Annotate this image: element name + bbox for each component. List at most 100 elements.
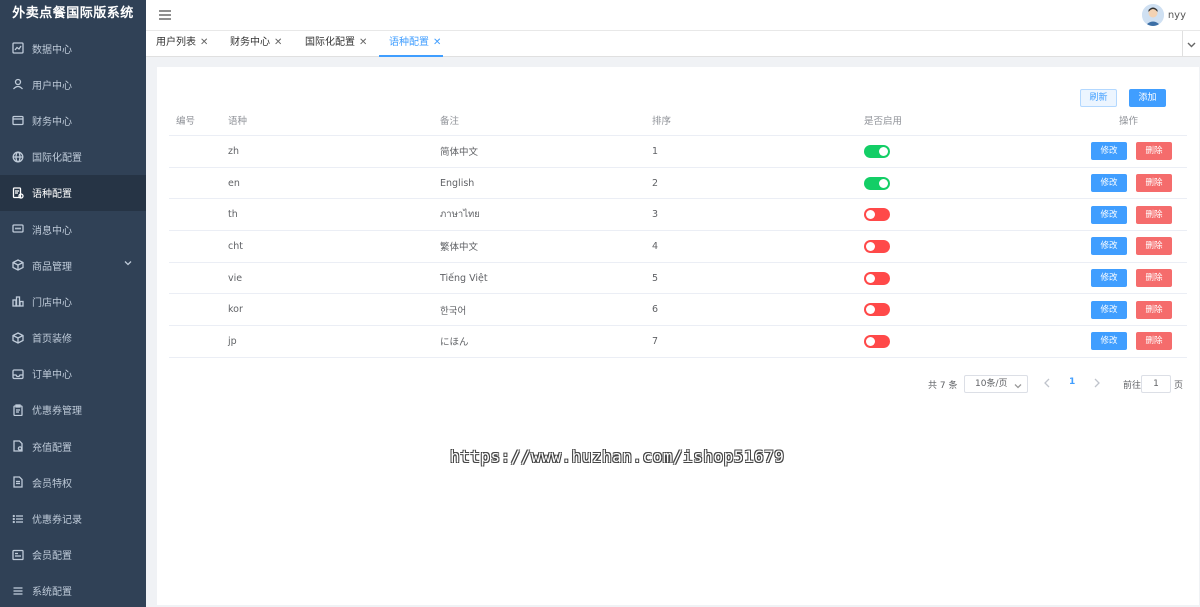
close-icon[interactable]: ✕ xyxy=(433,37,441,48)
edit-button[interactable]: 修改 xyxy=(1091,300,1127,319)
sidebar-item-label: 消息中心 xyxy=(32,225,72,237)
tabs-dropdown-button[interactable] xyxy=(1182,31,1200,57)
chevron-down-icon xyxy=(1014,380,1022,389)
sidebar-item[interactable]: 系统配置 xyxy=(0,573,146,607)
tab-user-list[interactable]: 用户列表 ✕ xyxy=(146,31,208,57)
edit-button[interactable]: 修改 xyxy=(1091,205,1127,224)
close-icon[interactable]: ✕ xyxy=(200,37,208,48)
delete-button[interactable]: 删除 xyxy=(1136,205,1172,224)
message-icon xyxy=(12,223,24,235)
page-size-select[interactable]: 10条/页 xyxy=(964,375,1028,393)
store-icon xyxy=(12,295,24,308)
sidebar-item[interactable]: 财务中心 xyxy=(0,102,146,138)
globe-icon xyxy=(12,151,24,163)
cell-enabled xyxy=(864,294,890,325)
cell-enabled xyxy=(864,136,890,167)
tab-finance-center[interactable]: 财务中心 ✕ xyxy=(220,31,282,57)
tab-i18n-config[interactable]: 国际化配置 ✕ xyxy=(295,31,367,57)
table-row: cht 繁体中文 4 修改 删除 xyxy=(169,231,1187,263)
next-page-icon[interactable] xyxy=(1093,378,1103,390)
pagination: 共 7 条 10条/页 1 前往 页 xyxy=(157,375,1199,393)
cell-language: en xyxy=(228,177,240,189)
chart-icon xyxy=(12,42,24,54)
edit-button[interactable]: 修改 xyxy=(1091,332,1127,351)
table-row: zh 简体中文 1 修改 删除 xyxy=(169,136,1187,168)
sidebar-item[interactable]: 订单中心 xyxy=(0,356,146,392)
sidebar-item[interactable]: 会员配置 xyxy=(0,537,146,573)
enabled-toggle[interactable] xyxy=(864,176,890,190)
cell-language: jp xyxy=(228,335,237,347)
cell-note: 繁体中文 xyxy=(440,242,479,254)
chevron-down-icon xyxy=(124,259,132,267)
sidebar-item-label: 充值配置 xyxy=(32,442,72,454)
box-icon xyxy=(12,259,24,271)
sidebar-item[interactable]: 首页装修 xyxy=(0,320,146,356)
page-suffix: 页 xyxy=(1174,381,1184,391)
sidebar-item-label: 订单中心 xyxy=(32,370,72,382)
prev-page-icon[interactable] xyxy=(1043,378,1053,390)
delete-button[interactable]: 删除 xyxy=(1136,332,1172,351)
sidebar-item[interactable]: 充值配置 xyxy=(0,428,146,464)
enabled-toggle[interactable] xyxy=(864,303,890,317)
sidebar-menu: 数据中心用户中心财务中心 国际化配置 语种配置消息中心商品管理门店中心首页装修订单中… xyxy=(0,30,146,607)
user-menu[interactable]: nyy xyxy=(1141,4,1186,26)
sidebar-item-label: 门店中心 xyxy=(32,297,72,309)
edit-button[interactable]: 修改 xyxy=(1091,142,1127,161)
sidebar-item[interactable]: 数据中心 xyxy=(0,30,146,66)
sidebar-item-label: 商品管理 xyxy=(32,261,72,273)
delete-button[interactable]: 删除 xyxy=(1136,269,1172,288)
enabled-toggle[interactable] xyxy=(864,144,890,158)
column-header-id: 编号 xyxy=(176,116,196,127)
sidebar-item[interactable]: 消息中心 xyxy=(0,211,146,247)
language-icon xyxy=(12,187,24,199)
sidebar-item[interactable]: 优惠券管理 xyxy=(0,392,146,428)
goto-page-input[interactable] xyxy=(1141,375,1171,393)
close-icon[interactable]: ✕ xyxy=(359,37,367,48)
column-header-note: 备注 xyxy=(440,116,460,127)
sidebar-item[interactable]: 门店中心 xyxy=(0,283,146,319)
sidebar-item[interactable]: 优惠券记录 xyxy=(0,500,146,536)
language-table: 编号 语种 备注 排序 是否启用 操作 zh 简体中文 1 修改 删除 en English… xyxy=(169,105,1187,358)
sidebar-item[interactable]: 用户中心 xyxy=(0,66,146,102)
tab-language-config[interactable]: 语种配置 ✕ xyxy=(379,31,444,57)
close-icon[interactable]: ✕ xyxy=(274,37,282,48)
cell-enabled xyxy=(864,326,890,357)
enabled-toggle[interactable] xyxy=(864,208,890,222)
sidebar-item-label: 用户中心 xyxy=(32,80,72,92)
enabled-toggle[interactable] xyxy=(864,239,890,253)
tab-label: 国际化配置 xyxy=(305,37,355,48)
edit-button[interactable]: 修改 xyxy=(1091,269,1127,288)
wallet-icon xyxy=(12,114,24,126)
cell-language: zh xyxy=(228,145,240,157)
avatar[interactable] xyxy=(1141,4,1164,26)
sidebar-item[interactable]: 语种配置 xyxy=(0,174,146,211)
delete-button[interactable]: 删除 xyxy=(1136,300,1172,319)
username[interactable]: nyy xyxy=(1168,10,1186,21)
edit-button[interactable]: 修改 xyxy=(1091,174,1127,193)
enabled-toggle[interactable] xyxy=(864,271,890,285)
table-row: en English 2 修改 删除 xyxy=(169,168,1187,200)
cell-note: 한국어 xyxy=(440,305,467,317)
sidebar-item[interactable]: 国际化配置 xyxy=(0,139,146,175)
column-header-language: 语种 xyxy=(228,116,248,127)
page-number-current[interactable]: 1 xyxy=(1069,377,1075,387)
toggle-knob xyxy=(866,273,875,283)
table-row: vie Tiếng Việt 5 修改 删除 xyxy=(169,263,1187,295)
column-header-enabled: 是否启用 xyxy=(864,116,903,127)
form-icon xyxy=(12,549,24,561)
edit-button[interactable]: 修改 xyxy=(1091,237,1127,256)
page-size-value: 10条/页 xyxy=(975,379,1008,389)
hamburger-icon[interactable] xyxy=(158,8,172,22)
delete-button[interactable]: 删除 xyxy=(1136,174,1172,193)
column-header-sort: 排序 xyxy=(652,116,672,127)
cell-language: kor xyxy=(228,304,243,316)
toggle-knob xyxy=(879,178,888,188)
cell-sort: 6 xyxy=(652,304,659,316)
delete-button[interactable]: 删除 xyxy=(1136,142,1172,161)
pagination-total: 共 7 条 xyxy=(928,381,958,391)
delete-button[interactable]: 删除 xyxy=(1136,237,1172,256)
tab-label: 用户列表 xyxy=(156,37,196,48)
enabled-toggle[interactable] xyxy=(864,334,890,348)
sidebar-item[interactable]: 会员特权 xyxy=(0,464,146,500)
sidebar-item[interactable]: 商品管理 xyxy=(0,247,146,283)
